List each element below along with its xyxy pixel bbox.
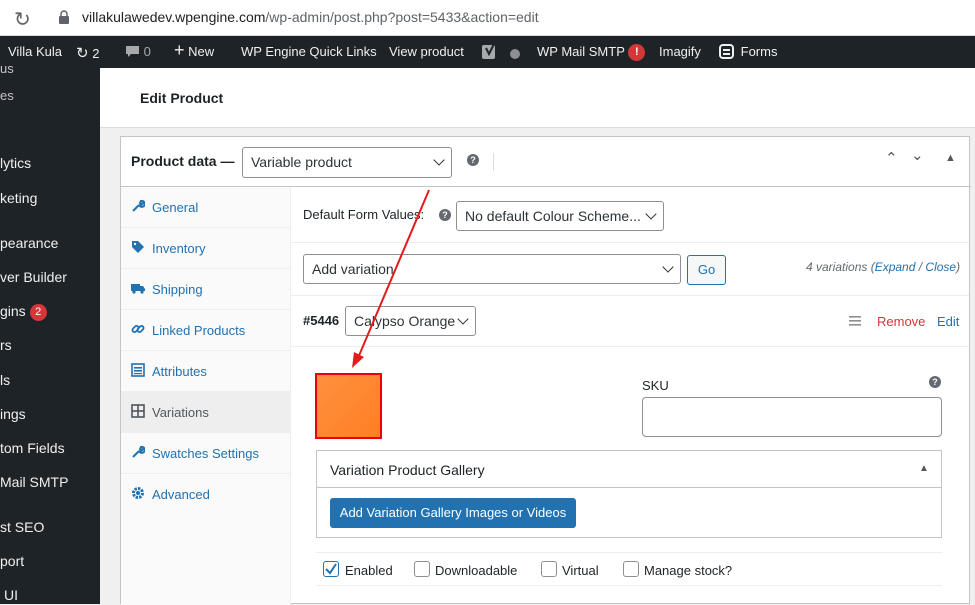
annotation-arrow: [352, 189, 430, 368]
